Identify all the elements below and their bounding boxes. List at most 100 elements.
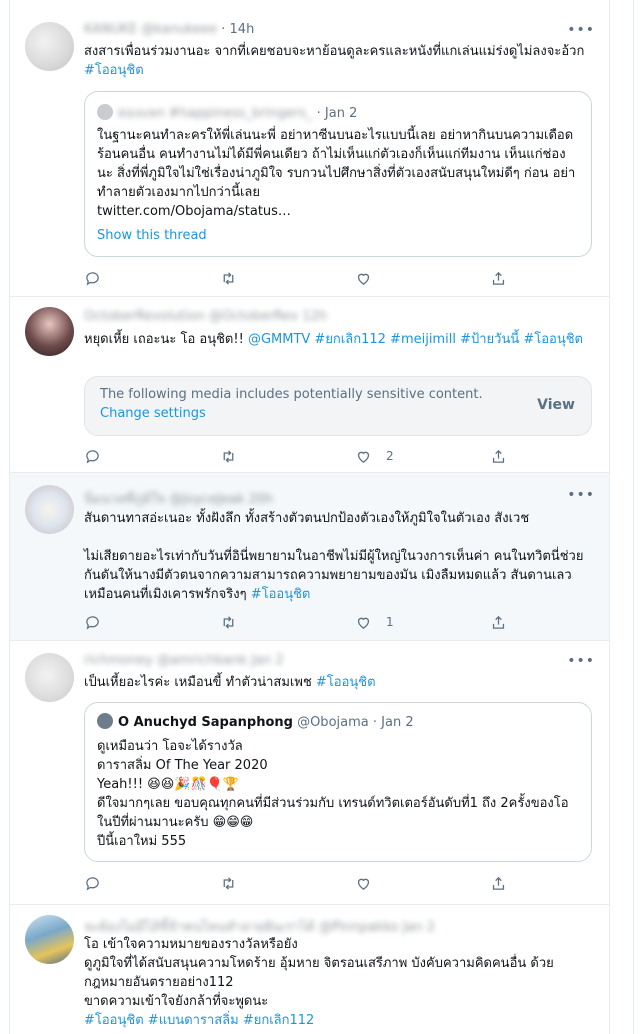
reply-icon — [86, 271, 99, 286]
author-handle[interactable]: @Pinnpakko — [319, 920, 398, 935]
tweet-header: richmoney @amrichbank Jan 2 — [84, 653, 284, 668]
tweet-header: KANUKE @kanukeee · 14h — [84, 22, 254, 37]
tweet-time[interactable]: · 14h — [221, 22, 254, 37]
hashtag[interactable]: #โออนุชิต — [316, 675, 376, 690]
quoted-tweet[interactable]: ตองแพร #happiness_bringers_ · Jan 2 ในฐา… — [84, 91, 592, 257]
tweet-actions — [84, 873, 507, 893]
hashtag[interactable]: #โออนุชิต — [523, 332, 583, 347]
hashtag[interactable]: #ยกเลิก112 — [243, 1013, 314, 1028]
retweet-button[interactable] — [220, 612, 237, 632]
author-handle[interactable]: @kanukeee — [141, 22, 217, 37]
like-icon — [357, 617, 370, 629]
more-icon[interactable]: ••• — [567, 22, 595, 38]
quote-header: O Anuchyd Sapanphong @Obojama · Jan 2 — [97, 713, 414, 730]
avatar — [97, 713, 113, 729]
share-icon — [492, 876, 505, 890]
tweet-actions: 2 — [84, 446, 507, 466]
like-icon — [357, 451, 370, 463]
like-count: 2 — [386, 449, 394, 463]
avatar[interactable] — [25, 485, 74, 534]
author-handle[interactable]: @JoyceJeak — [169, 492, 244, 507]
hashtag[interactable]: #meijimill — [390, 332, 456, 347]
tweet[interactable]: KANUKE @kanukeee · 14h ••• สงสารเพื่อนร่… — [10, 0, 609, 297]
tweet[interactable]: richmoney @amrichbank Jan 2 ••• เป็นเหี้… — [10, 641, 609, 905]
retweet-button[interactable] — [220, 873, 237, 893]
more-icon[interactable]: ••• — [567, 487, 595, 503]
mention[interactable]: @GMMTV — [248, 332, 310, 347]
retweet-icon — [223, 615, 234, 629]
retweet-icon — [223, 449, 234, 463]
author-handle[interactable]: @amrichbank — [157, 653, 247, 668]
author-name[interactable]: จะต้องไม่มีไอ้ขี้ข้าคนไหนทำลายฝันเราได้ — [84, 920, 315, 935]
like-count: 1 — [386, 615, 394, 629]
quote-date: Jan 2 — [381, 715, 414, 730]
author-name[interactable]: KANUKE — [84, 22, 137, 37]
tweet-text: หยุดเหี้ย เถอะนะ โอ อนุชิต!! @GMMTV #ยกเ… — [84, 332, 584, 347]
author-name[interactable]: นิ่มนวลที่ภูมิใจ — [84, 492, 165, 507]
reply-button[interactable] — [84, 612, 101, 632]
notice-text: The following media includes potentially… — [100, 387, 483, 402]
like-button[interactable] — [355, 268, 386, 288]
reply-button[interactable] — [84, 268, 101, 288]
tweet-header: นิ่มนวลที่ภูมิใจ @JoyceJeak 20h — [84, 488, 273, 509]
tweet-header: OctoberRevolution @OctoberRev 12h — [84, 309, 327, 324]
quote-handle: @Obojama — [297, 715, 369, 730]
tweet-time[interactable]: Jan 2 — [403, 920, 435, 935]
tweet-text: โอ เข้าใจความหมายของรางวัลหรือยัง ดูภูมิ… — [84, 937, 554, 1028]
tweet[interactable]: OctoberRevolution @OctoberRev 12h หยุดเห… — [10, 297, 609, 473]
share-icon — [492, 449, 505, 463]
hashtag[interactable]: #โออนุชิต — [251, 587, 311, 602]
tweet[interactable]: จะต้องไม่มีไอ้ขี้ข้าคนไหนทำลายฝันเราได้ … — [10, 905, 609, 1034]
quote-link[interactable]: twitter.com/Obojama/status… — [97, 204, 291, 219]
share-button[interactable] — [490, 873, 507, 893]
retweet-button[interactable] — [220, 446, 237, 466]
avatar[interactable] — [25, 22, 74, 71]
quoted-tweet[interactable]: O Anuchyd Sapanphong @Obojama · Jan 2 ดู… — [84, 702, 592, 862]
tweet-text: สงสารเพื่อนร่วมงานอะ จากที่เคยชอบจะหาย้อ… — [84, 44, 585, 78]
show-thread-link[interactable]: Show this thread — [97, 228, 207, 243]
tweet-text: สันดานทาสอ่ะเนอะ ทั้งฝังลึก ทั้งสร้างตัว… — [84, 511, 584, 602]
like-icon — [357, 878, 370, 890]
hashtag[interactable]: #ยกเลิก112 — [314, 332, 385, 347]
like-button[interactable]: 2 — [355, 446, 394, 466]
avatar[interactable] — [25, 915, 74, 964]
share-button[interactable] — [490, 446, 507, 466]
retweet-button[interactable] — [220, 268, 237, 288]
tweet-header: จะต้องไม่มีไอ้ขี้ข้าคนไหนทำลายฝันเราได้ … — [84, 916, 435, 937]
timeline: KANUKE @kanukeee · 14h ••• สงสารเพื่อนร่… — [9, 0, 610, 1034]
share-icon — [492, 615, 505, 629]
change-settings-link[interactable]: Change settings — [100, 406, 206, 421]
like-icon — [357, 273, 370, 285]
tweet-time[interactable]: 12h — [302, 309, 327, 324]
hashtag[interactable]: #ป้ายวันนี้ — [460, 332, 519, 347]
reply-icon — [86, 615, 99, 630]
quote-author: O Anuchyd Sapanphong — [118, 715, 293, 730]
avatar[interactable] — [25, 307, 74, 356]
hashtag[interactable]: #แบนดาราสลิ่ม — [148, 1013, 239, 1028]
share-button[interactable] — [490, 612, 507, 632]
author-handle[interactable]: @OctoberRev — [209, 309, 298, 324]
retweet-icon — [223, 271, 234, 285]
share-button[interactable] — [490, 268, 507, 288]
hashtag[interactable]: #โออนุชิต — [84, 1013, 144, 1028]
sensitive-media-notice: The following media includes potentially… — [84, 376, 592, 436]
reply-icon — [86, 876, 99, 891]
tweet-time[interactable]: 20h — [249, 492, 274, 507]
avatar[interactable] — [25, 653, 74, 702]
reply-button[interactable] — [84, 873, 101, 893]
tweet[interactable]: นิ่มนวลที่ภูมิใจ @JoyceJeak 20h ••• สันด… — [10, 473, 609, 641]
hashtag[interactable]: #โออนุชิต — [84, 63, 144, 78]
tweet-text: เป็นเหี้ยอะไรค่ะ เหมือนขี้ ทำตัวน่าสมเพช… — [84, 675, 376, 690]
tweet-time[interactable]: Jan 2 — [251, 653, 283, 668]
reply-button[interactable] — [84, 446, 101, 466]
author-name[interactable]: OctoberRevolution — [84, 309, 205, 324]
author-name[interactable]: richmoney — [84, 653, 153, 668]
avatar — [97, 104, 113, 120]
like-button[interactable] — [355, 873, 386, 893]
view-button[interactable]: View — [537, 397, 575, 413]
more-icon[interactable]: ••• — [567, 653, 595, 669]
quote-text: ในฐานะคนทำละครให้พี่เล่นนะพี่ อย่าหาซีนบ… — [97, 128, 576, 219]
retweet-icon — [223, 876, 234, 890]
like-button[interactable]: 1 — [355, 612, 394, 632]
quote-text: ดูเหมือนว่า โอจะได้รางวัล ดาราสลิ่ม Of T… — [97, 739, 569, 849]
